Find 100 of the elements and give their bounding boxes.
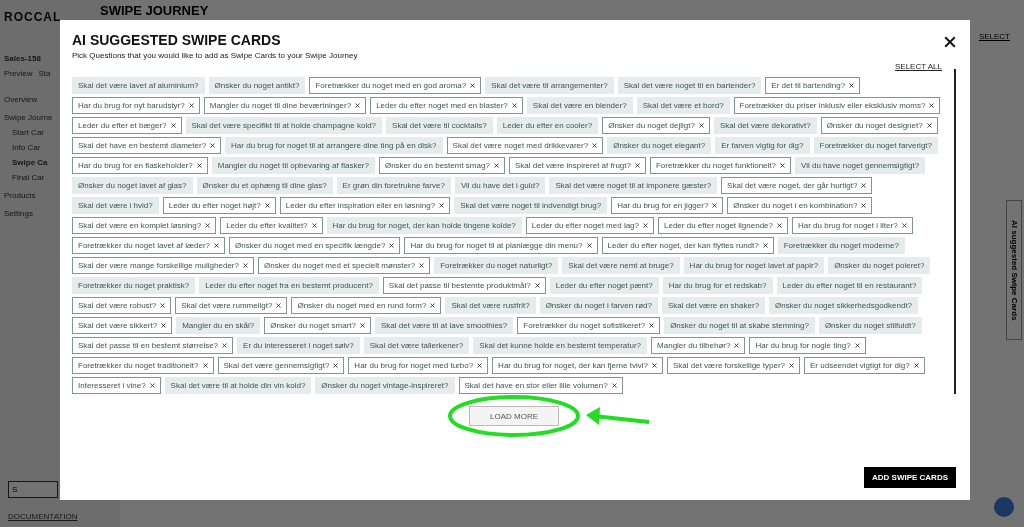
question-chip[interactable]: Skal det have en bestemt diameter? bbox=[72, 137, 222, 154]
documentation-link[interactable]: DOCUMENTATION bbox=[8, 512, 78, 521]
sidebar-item[interactable]: Swipe Journe bbox=[4, 113, 53, 122]
question-chip[interactable]: Leder du efter kvalitet? bbox=[220, 217, 323, 234]
question-chip[interactable]: Skal det være til at lave smoothies? bbox=[375, 317, 514, 334]
sidebar-item[interactable]: Settings bbox=[4, 209, 33, 218]
question-chip[interactable]: Har du brug for et redskab? bbox=[662, 277, 773, 294]
question-chip[interactable]: Ønsker du noget i farven rød? bbox=[539, 297, 658, 314]
question-chip[interactable]: Har du brug for noget med turbo? bbox=[348, 357, 489, 374]
question-chip[interactable]: Leder du efter noget lignende? bbox=[658, 217, 788, 234]
question-chip[interactable]: Skal det være noget med drikkevarer? bbox=[446, 137, 604, 154]
question-chip[interactable]: Leder du efter noget med en blaster? bbox=[370, 97, 523, 114]
question-chip[interactable]: Foretrækker du noget moderne? bbox=[777, 237, 905, 254]
question-chip[interactable]: Har du brug for noget, der kan fjerne tvivl? bbox=[492, 357, 663, 374]
close-icon[interactable] bbox=[944, 36, 956, 48]
sidebar-item[interactable]: Overview bbox=[4, 95, 38, 104]
question-chip[interactable]: Er grøn din foretrukne farve? bbox=[336, 177, 451, 194]
sidebar-action[interactable]: Sta bbox=[38, 69, 51, 78]
question-chip[interactable]: Interesseret i vine? bbox=[72, 377, 161, 394]
question-chip[interactable]: Ønsker du noget med et specielt mønster? bbox=[257, 257, 431, 274]
question-chip[interactable]: Ønsker du noget smart? bbox=[264, 317, 371, 334]
question-chip[interactable]: Vil du have noget gennemsigtigt? bbox=[795, 157, 926, 174]
question-chip[interactable]: Skal det være et bord? bbox=[636, 97, 730, 114]
question-chip[interactable]: Foretrækker du noget farverigt? bbox=[813, 137, 938, 154]
question-chip[interactable]: Leder du efter inspiration eller en løsning? bbox=[279, 197, 451, 214]
question-chip[interactable]: Vil du have det i guld? bbox=[454, 177, 546, 194]
question-chip[interactable]: Leder du efter noget fra en bestemt producent? bbox=[199, 277, 379, 294]
question-chip[interactable]: Foretrækker du noget praktisk? bbox=[72, 277, 196, 294]
question-chip[interactable]: Mangler du tilbehør? bbox=[651, 337, 746, 354]
question-chip[interactable]: Ønsker du noget dejligt? bbox=[602, 117, 710, 134]
question-chip[interactable]: Skal det være noget til en bartender? bbox=[617, 77, 762, 94]
question-chip[interactable]: Skal det være en shaker? bbox=[661, 297, 766, 314]
question-chip[interactable]: Ønsker du noget med en rund form? bbox=[291, 297, 442, 314]
question-chip[interactable]: Skal det være en komplet løsning? bbox=[72, 217, 217, 234]
question-chip[interactable]: Leder du efter et bæger? bbox=[72, 117, 182, 134]
question-chip[interactable]: Foretrækker du noget sofistikeret? bbox=[517, 317, 661, 334]
question-chip[interactable]: Har du brug for noget til at planlægge din menu? bbox=[404, 237, 598, 254]
question-chip[interactable]: Har du brug for noget lavet af papir? bbox=[683, 257, 825, 274]
question-chip[interactable]: Skal det være en blender? bbox=[526, 97, 633, 114]
question-chip[interactable]: Skal det være forskellige typer? bbox=[666, 357, 801, 374]
question-chip[interactable]: Foretrækker du priser inklusiv eller eksklusiv moms? bbox=[733, 97, 941, 114]
question-chip[interactable]: Har du brug for noget i liter? bbox=[792, 217, 913, 234]
question-chip[interactable]: Skal det være robust? bbox=[72, 297, 172, 314]
question-chip[interactable]: Ønsker du noget med en specifik længde? bbox=[229, 237, 401, 254]
question-chip[interactable]: Er udseendet vigtigt for dig? bbox=[804, 357, 925, 374]
question-chip[interactable]: Leder du efter noget pænt? bbox=[549, 277, 659, 294]
question-chip[interactable]: Skal det være inspireret af frugt? bbox=[508, 157, 646, 174]
question-chip[interactable]: Skal det passe til bestemte produktmål? bbox=[382, 277, 546, 294]
add-swipe-cards-button[interactable]: ADD SWIPE CARDS bbox=[864, 467, 956, 488]
question-chip[interactable]: Ønsker du noget antikt? bbox=[208, 77, 306, 94]
question-chip[interactable]: Ønsker du et ophæng til dine glas? bbox=[196, 177, 333, 194]
question-chip[interactable]: Er det til bartending? bbox=[765, 77, 861, 94]
question-chip[interactable]: Leder du efter noget med lag? bbox=[525, 217, 654, 234]
question-chip[interactable]: Skal det være rummeligt? bbox=[175, 297, 288, 314]
question-chip[interactable]: Skal det være til at holde din vin kold? bbox=[164, 377, 312, 394]
question-chip[interactable]: Har du brug for en flaskeholder? bbox=[72, 157, 208, 174]
question-chip[interactable]: Leder du efter noget til en restaurant? bbox=[776, 277, 923, 294]
question-chip[interactable]: Har du brug for nyt barudstyr? bbox=[72, 97, 200, 114]
question-chip[interactable]: Skal det passe til en bestemt størrelse? bbox=[72, 337, 234, 354]
question-chip[interactable]: Foretrækker du noget lavet af læder? bbox=[72, 237, 226, 254]
question-chip[interactable]: Ønsker du noget i en kombination? bbox=[727, 197, 873, 214]
sidebar-item[interactable]: Products bbox=[4, 191, 36, 200]
question-chip[interactable]: Ønsker du noget sikkerhedsgodkendt? bbox=[769, 297, 919, 314]
load-more-button[interactable]: LOAD MORE bbox=[469, 406, 559, 426]
question-chip[interactable]: Skal det være gennemsigtigt? bbox=[217, 357, 345, 374]
question-chip[interactable]: Leder du efter noget højt? bbox=[162, 197, 276, 214]
question-chip[interactable]: Ønsker du noget vintage-inspireret? bbox=[315, 377, 455, 394]
sidebar-subitem[interactable]: Info Car bbox=[12, 143, 41, 152]
question-chip[interactable]: Ønsker du en bestemt smag? bbox=[378, 157, 505, 174]
question-chip[interactable]: Ønsker du noget lavet af glas? bbox=[72, 177, 193, 194]
question-chip[interactable]: Skal det være nemt at bruge? bbox=[562, 257, 680, 274]
question-chip[interactable]: Foretrækker du noget med en god aroma? bbox=[309, 77, 482, 94]
question-chip[interactable]: Leder du efter noget, der kan flyttes rundt? bbox=[601, 237, 774, 254]
side-tab[interactable]: AI suggested Swipe Cards bbox=[1006, 200, 1022, 340]
question-chip[interactable]: Skal det være dekorativt? bbox=[713, 117, 817, 134]
question-chip[interactable]: Ønsker du noget stilfuldt? bbox=[818, 317, 922, 334]
question-chip[interactable]: Skal det være noget til indvendigt brug? bbox=[454, 197, 608, 214]
question-chip[interactable]: Mangler du en skål? bbox=[176, 317, 261, 334]
question-chip[interactable]: Skal det kunne holde en bestemt temperatur? bbox=[473, 337, 648, 354]
question-chip[interactable]: Er du interesseret i noget sølv? bbox=[237, 337, 360, 354]
question-chip[interactable]: Skal der være mange forskellige muligheder? bbox=[72, 257, 254, 274]
question-chip[interactable]: Skal det have en stor eller lille volumen? bbox=[458, 377, 623, 394]
sidebar-subitem[interactable]: Start Car bbox=[12, 128, 44, 137]
question-chip[interactable]: Er farven vigtig for dig? bbox=[715, 137, 810, 154]
question-chip[interactable]: Mangler du noget til opbevaring af flasker? bbox=[211, 157, 375, 174]
question-chip[interactable]: Har du brug for nogle ting? bbox=[749, 337, 866, 354]
question-chip[interactable]: Skal det være tallerkener? bbox=[363, 337, 470, 354]
question-chip[interactable]: Leder du efter en cooler? bbox=[496, 117, 599, 134]
question-chip[interactable]: Foretrækker du noget funktionelt? bbox=[649, 157, 792, 174]
question-chip[interactable]: Ønsker du noget elegant? bbox=[607, 137, 712, 154]
question-chip[interactable]: Skal det være rustfrit? bbox=[445, 297, 536, 314]
sidebar-action[interactable]: Preview bbox=[4, 69, 33, 78]
question-chip[interactable]: Skal det være noget, der går hurtigt? bbox=[721, 177, 873, 194]
question-chip[interactable]: Skal det være til arrangementer? bbox=[485, 77, 614, 94]
question-chip[interactable]: Ønsker du noget poleret? bbox=[828, 257, 931, 274]
question-chip[interactable]: Ønsker du noget til at skabe stemning? bbox=[664, 317, 815, 334]
question-chip[interactable]: Mangler du noget til dine beværtninger? bbox=[203, 97, 367, 114]
question-chip[interactable]: Skal det være i hvid? bbox=[72, 197, 159, 214]
question-chip[interactable]: Har du brug for en jigger? bbox=[611, 197, 724, 214]
select-all-link[interactable]: SELECT ALL bbox=[895, 62, 942, 71]
